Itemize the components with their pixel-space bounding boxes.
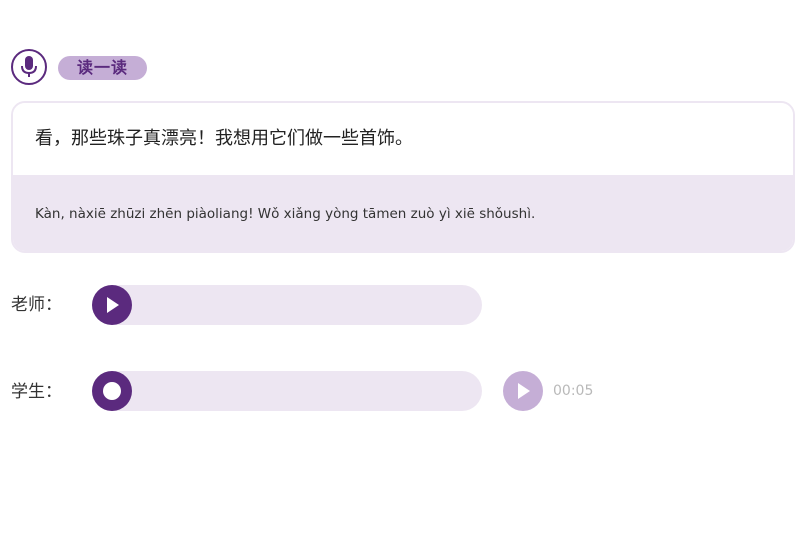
pinyin-sentence: Kàn, nàxiē zhūzi zhēn piàoliang! Wǒ xiǎn… [13,175,793,251]
read-aloud-badge: 读一读 [58,56,147,80]
microphone-icon [11,49,47,85]
student-label: 学生： [11,382,62,402]
recording-duration: 00:05 [553,383,594,399]
play-icon [518,383,530,399]
teacher-play-button[interactable] [92,285,132,325]
page: 读一读 看，那些珠子真漂亮！我想用它们做一些首饰。 Kàn, nàxiē zhū… [0,0,800,533]
play-icon [107,297,119,313]
teacher-audio-track[interactable] [92,285,482,325]
teacher-label: 老师： [11,295,62,315]
reading-card: 看，那些珠子真漂亮！我想用它们做一些首饰。 Kàn, nàxiē zhūzi z… [11,101,795,253]
student-record-button[interactable] [92,371,132,411]
student-audio-track[interactable] [92,371,482,411]
record-icon [103,382,121,400]
hanzi-sentence: 看，那些珠子真漂亮！我想用它们做一些首饰。 [13,103,793,175]
student-playback-button[interactable] [503,371,543,411]
